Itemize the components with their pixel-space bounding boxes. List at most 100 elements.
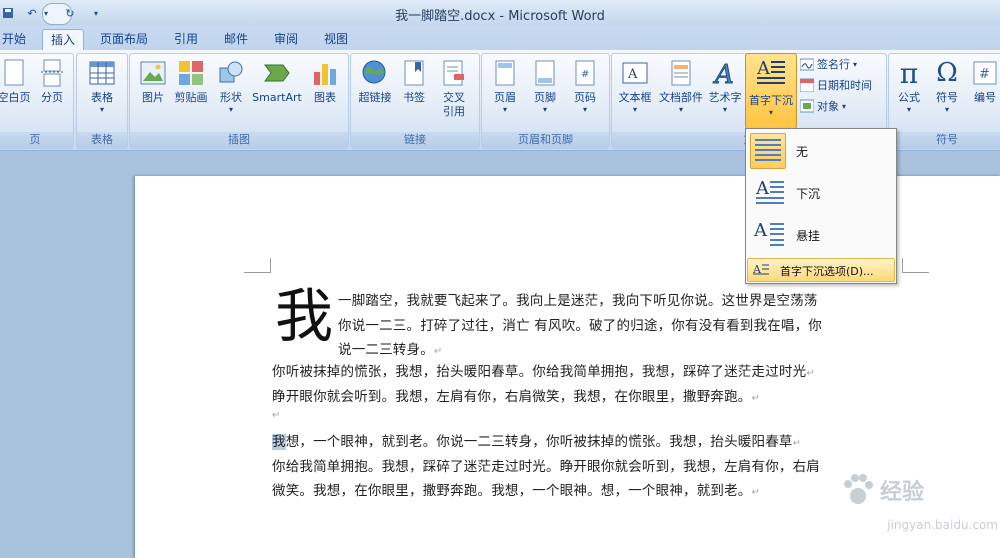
drop-cap-menu: 无 A 下沉 A 悬挂 A 首字下沉选项(D)... [745, 128, 897, 284]
page-break-icon [38, 58, 66, 88]
drop-cap-options-item[interactable]: A 首字下沉选项(D)... [747, 258, 895, 282]
drop-cap-in-margin-option[interactable]: A 悬挂 [746, 215, 896, 255]
paragraph-2-line-1: 你听被抹掉的慌张，我想，抬头暖阳春草。你给我简单拥抱，我想，踩碎了迷茫走过时光↵ [272, 364, 815, 380]
paragraph-2-line-2: 睁开眼你就会听到。我想，左肩有你，右肩微笑，我想，在你眼里，撒野奔跑。↵ [272, 389, 761, 405]
chevron-down-icon: ▾ [768, 108, 773, 117]
page-number-icon: # [571, 58, 599, 88]
chevron-down-icon: ▾ [853, 59, 858, 69]
drop-cap-dropped-option[interactable]: A 下沉 [746, 173, 896, 213]
chevron-down-icon: ▾ [582, 105, 587, 114]
tab-view[interactable]: 视图 [320, 29, 352, 49]
drop-cap-options-icon: A [752, 262, 769, 279]
cross-reference-button[interactable]: 交叉 引用 [435, 58, 473, 119]
tab-page-layout[interactable]: 页面布局 [98, 29, 150, 49]
calendar-icon [800, 78, 814, 92]
paragraph-3-line-3: 微笑。我想，在你眼里，撒野奔跑。我想，一个眼神。想，一个眼神，就到老。↵ [272, 483, 761, 499]
cross-reference-icon [440, 58, 468, 88]
drop-cap-none-icon [750, 133, 786, 169]
paragraph-3-line-1: 我想，一个眼神，就到老。你说一二三转身，你听被抹掉的慌张。我想，抬头暖阳春草↵ [272, 434, 802, 450]
chevron-down-icon: ▾ [228, 105, 233, 114]
group-label-links: 链接 [351, 132, 479, 148]
group-pages: 空白页 分页 页 [0, 53, 74, 149]
table-icon [88, 58, 116, 88]
omega-icon: Ω [936, 58, 958, 88]
svg-text:A: A [753, 220, 768, 241]
svg-text:A: A [713, 60, 734, 87]
drop-cap-dropped-icon: A [752, 176, 786, 210]
numbering-button[interactable]: # 编号 [967, 58, 1000, 105]
shapes-button[interactable]: 形状 ▾ [212, 58, 250, 115]
drop-cap-in-margin-icon: A [752, 218, 786, 252]
margin-mark-top-right [902, 258, 929, 273]
group-table: 表格 ▾ 表格 [76, 53, 128, 149]
clip-art-icon [177, 58, 205, 88]
shapes-icon [217, 58, 245, 88]
blank-page-button[interactable]: 空白页 [0, 58, 31, 105]
group-label-header-footer: 页眉和页脚 [482, 132, 609, 148]
tab-mailings[interactable]: 邮件 [220, 29, 252, 49]
drop-cap-icon: A [756, 58, 785, 89]
symbol-button[interactable]: Ω 符号 ▾ [929, 58, 965, 115]
smartart-button[interactable]: SmartArt [250, 58, 304, 105]
svg-text:A: A [755, 178, 770, 199]
wordart-button[interactable]: A 艺术字 ▾ [706, 58, 744, 115]
paragraph-1-line-2: 你说一二三。打碎了过往，消亡 有风吹。破了的归途，你有没有看到我在唱，你 [338, 318, 822, 334]
footer-icon [531, 58, 559, 88]
signature-line-icon [800, 57, 814, 71]
chevron-down-icon: ▾ [502, 105, 507, 114]
chevron-down-icon: ▾ [99, 105, 104, 114]
tab-home[interactable]: 开始 [0, 29, 28, 49]
group-symbols: π 公式 ▾ Ω 符号 ▾ # 编号 符号 [888, 53, 1000, 149]
header-button[interactable]: 页眉 ▾ [486, 58, 524, 115]
tab-references[interactable]: 引用 [170, 29, 202, 49]
date-time-button[interactable]: 日期和时间 [800, 77, 872, 93]
drop-cap-none-option[interactable]: 无 [746, 131, 896, 171]
picture-button[interactable]: 图片 [134, 58, 172, 105]
selected-first-character[interactable]: 我 [272, 434, 286, 450]
blank-page-icon [0, 58, 28, 88]
chart-button[interactable]: 图表 [306, 58, 344, 105]
tab-insert[interactable]: 插入 [42, 29, 84, 51]
tab-review[interactable]: 审阅 [270, 29, 302, 49]
baidu-jingyan-watermark: 经验 jingyan.baidu.com [820, 466, 1000, 558]
pi-icon: π [899, 56, 919, 90]
drop-cap-button[interactable]: A 首字下沉 ▾ [745, 53, 797, 129]
hyperlink-button[interactable]: 超链接 [355, 58, 395, 105]
chevron-down-icon: ▾ [678, 105, 683, 114]
footer-button[interactable]: 页脚 ▾ [526, 58, 564, 115]
smartart-icon [263, 58, 291, 88]
chevron-down-icon: ▾ [632, 105, 637, 114]
page-number-button[interactable]: # 页码 ▾ [566, 58, 604, 115]
paragraph-1-line-3: 说一二三转身。↵ [338, 342, 443, 358]
table-button[interactable]: 表格 ▾ [83, 58, 121, 115]
ribbon-tabs: 开始 插入 页面布局 引用 邮件 审阅 视图 [0, 26, 1000, 51]
header-icon [491, 58, 519, 88]
text-box-button[interactable]: A 文本框 ▾ [614, 58, 656, 115]
chevron-down-icon: ▾ [542, 105, 547, 114]
group-label-pages: 页 [0, 132, 73, 148]
signature-line-button[interactable]: 签名行 ▾ [800, 56, 857, 72]
drop-cap-character: 我 [275, 282, 334, 350]
group-header-footer: 页眉 ▾ 页脚 ▾ # 页码 ▾ 页眉和页脚 [481, 53, 610, 149]
wordart-icon: A [711, 58, 739, 88]
group-links: 超链接 书签 交叉 引用 链接 [350, 53, 480, 149]
title-bar: ↶ ▾ ↻ ▾ 我一脚踏空.docx - Microsoft Word [0, 0, 1000, 26]
quick-parts-button[interactable]: 文档部件 ▾ [658, 58, 704, 115]
window-title: 我一脚踏空.docx - Microsoft Word [395, 9, 605, 24]
svg-text:#: # [581, 69, 589, 80]
page-break-button[interactable]: 分页 [35, 58, 69, 105]
bookmark-button[interactable]: 书签 [397, 58, 431, 105]
clip-art-button[interactable]: 剪贴画 [172, 58, 210, 105]
group-label-table: 表格 [77, 132, 127, 148]
globe-link-icon [361, 58, 389, 88]
number-icon: # [971, 58, 999, 88]
object-button[interactable]: 对象 ▾ [800, 98, 846, 114]
bookmark-icon [400, 58, 428, 88]
chevron-down-icon: ▾ [842, 101, 847, 111]
chevron-down-icon: ▾ [722, 105, 727, 114]
object-icon [800, 99, 814, 113]
svg-text:#: # [979, 67, 990, 82]
chevron-down-icon: ▾ [944, 105, 949, 114]
equation-button[interactable]: π 公式 ▾ [891, 56, 927, 115]
group-label-symbols: 符号 [889, 132, 1000, 148]
